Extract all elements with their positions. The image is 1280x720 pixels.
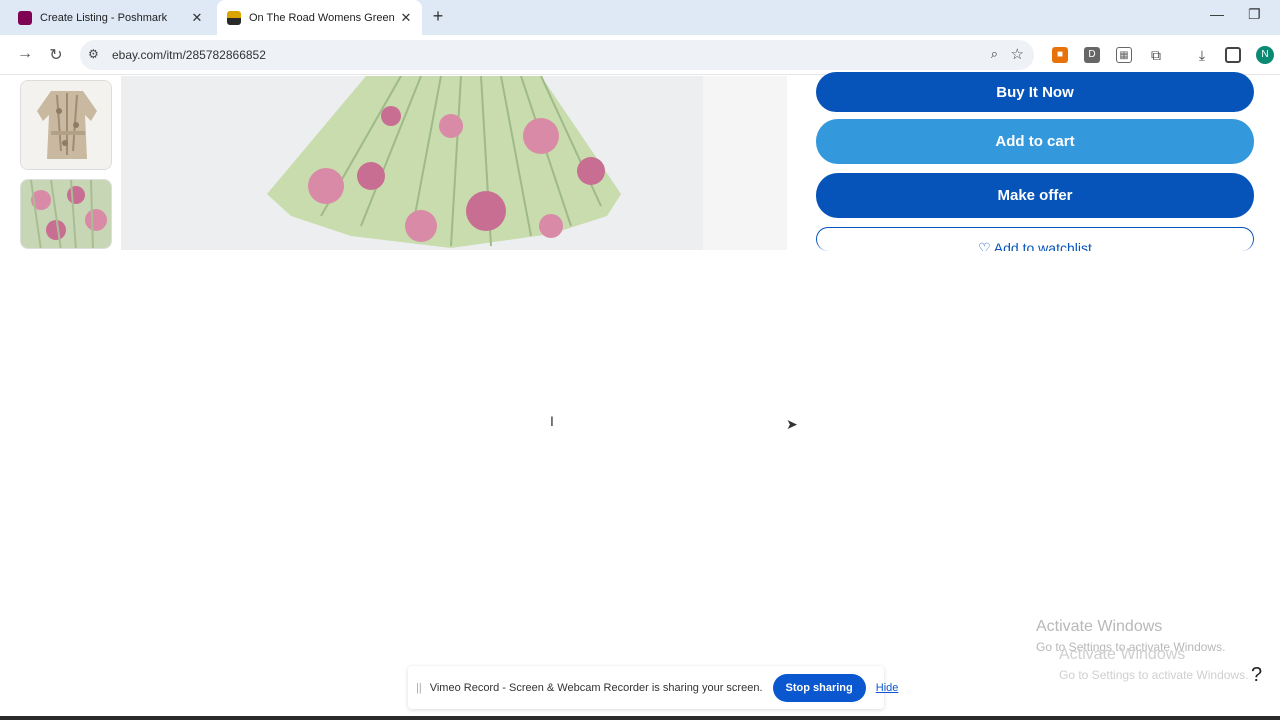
help-icon[interactable]: ? (1251, 664, 1262, 687)
downloads-icon[interactable]: ⤓ (1194, 47, 1210, 63)
extension-calendar-icon[interactable]: ▦ (1116, 47, 1132, 63)
add-to-cart-button[interactable]: Add to cart (816, 119, 1254, 164)
ebay-favicon-icon (227, 10, 241, 25)
tab-ebay[interactable]: On The Road Womens Green F ✕ (217, 0, 422, 35)
tab-title: Create Listing - Poshmark (40, 11, 168, 24)
forward-icon[interactable]: → (15, 45, 35, 63)
activate-windows-title-ghost: Activate Windows (1059, 646, 1186, 663)
tab-title: On The Road Womens Green F (249, 11, 396, 24)
extension-lock-icon[interactable]: ■ (1052, 47, 1068, 63)
drag-handle-icon[interactable]: || (416, 682, 422, 694)
tab-poshmark[interactable]: Create Listing - Poshmark ✕ (8, 0, 213, 35)
main-product-image[interactable] (121, 76, 787, 250)
url-text: ebay.com/itm/285782866852 (112, 48, 266, 62)
activate-windows-title: Activate Windows (1036, 618, 1163, 635)
text-cursor-icon: I (550, 413, 554, 429)
poshmark-favicon-icon (18, 10, 32, 25)
sharing-message: Vimeo Record - Screen & Webcam Recorder … (429, 681, 763, 694)
add-to-watchlist-button[interactable]: ♡ Add to watchlist (816, 227, 1254, 251)
mouse-pointer-icon: ➤ (786, 416, 798, 432)
taskbar-edge (0, 716, 1280, 720)
profile-avatar[interactable]: N (1256, 46, 1274, 64)
minimize-icon[interactable]: — (1210, 6, 1224, 22)
close-tab-icon[interactable]: ✕ (396, 10, 416, 26)
thumbnail-image-2[interactable] (20, 179, 112, 249)
screen-sharing-bar: || Vimeo Record - Screen & Webcam Record… (408, 666, 898, 709)
activate-windows-subtitle-ghost: Go to Settings to activate Windows. (1059, 668, 1249, 682)
extensions-puzzle-icon[interactable]: ⧉ (1148, 47, 1164, 63)
zoom-icon[interactable]: ⌕ (991, 46, 998, 62)
make-offer-button[interactable]: Make offer (816, 173, 1254, 218)
buy-it-now-button[interactable]: Buy It Now (816, 72, 1254, 112)
address-bar[interactable]: ⚙ ebay.com/itm/285782866852 ⌕ ☆ (80, 40, 1034, 70)
close-tab-icon[interactable]: ✕ (187, 10, 207, 26)
side-panel-icon[interactable] (1225, 47, 1241, 63)
thumbnail-image-1[interactable] (20, 80, 112, 170)
stop-sharing-button[interactable]: Stop sharing (772, 673, 866, 702)
site-info-icon[interactable]: ⚙ (88, 47, 99, 61)
extension-d-icon[interactable]: D (1084, 47, 1100, 63)
reload-icon[interactable]: ↻ (46, 45, 66, 65)
restore-icon[interactable]: ❐ (1248, 6, 1261, 23)
new-tab-icon[interactable]: + (428, 6, 448, 27)
hide-link[interactable]: Hide (876, 682, 899, 694)
bookmark-star-icon[interactable]: ☆ (1011, 45, 1024, 63)
tab-bar: Create Listing - Poshmark ✕ On The Road … (0, 0, 1280, 35)
browser-toolbar: → ↻ ⚙ ebay.com/itm/285782866852 ⌕ ☆ ■ D … (0, 35, 1280, 75)
